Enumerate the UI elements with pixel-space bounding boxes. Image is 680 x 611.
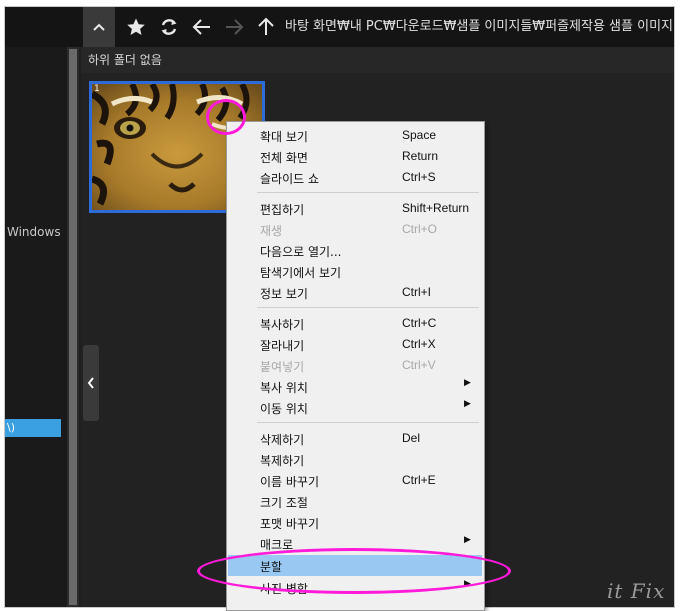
menu-item-change-format[interactable]: 포맷 바꾸기	[228, 512, 482, 533]
menu-item-shortcut: Ctrl+S	[402, 170, 436, 184]
thumbnail-index: 1	[94, 84, 100, 94]
menu-item-rename[interactable]: 이름 바꾸기 Ctrl+E	[228, 470, 482, 491]
menu-item-delete[interactable]: 삭제하기 Del	[228, 428, 482, 449]
sidebar-scrollbar[interactable]	[69, 49, 77, 605]
menu-item-play[interactable]: 재생 Ctrl+O	[228, 219, 482, 240]
menu-item-label: 복사 위치	[260, 381, 308, 395]
menu-item-label: 복사하기	[260, 318, 305, 332]
star-icon	[127, 18, 145, 35]
menu-item-edit[interactable]: 편집하기 Shift+Return	[228, 198, 482, 219]
chevron-up-icon	[93, 23, 105, 31]
menu-item-shortcut: Ctrl+I	[402, 285, 432, 299]
menu-item-label: 붙여넣기	[260, 360, 305, 374]
menu-item-copy-to[interactable]: 복사 위치 ▶	[228, 376, 482, 397]
menu-item-duplicate[interactable]: 복제하기	[228, 449, 482, 470]
menu-item-copy[interactable]: 복사하기 Ctrl+C	[228, 313, 482, 334]
toolbar-left-area	[5, 7, 81, 47]
menu-item-label: 포맷 바꾸기	[260, 517, 320, 531]
arrow-right-icon	[226, 19, 244, 35]
menu-item-label: 확대 보기	[260, 130, 308, 144]
menu-item-shortcut: Ctrl+O	[402, 222, 438, 236]
menu-item-open-with[interactable]: 다음으로 열기...	[228, 240, 482, 261]
menu-item-label: 이름 바꾸기	[260, 475, 320, 489]
arrow-up-icon	[258, 17, 274, 35]
menu-item-label: 잘라내기	[260, 339, 305, 353]
arrow-left-icon	[192, 19, 210, 35]
forward-button[interactable]	[219, 7, 249, 47]
menu-item-shortcut: Space	[402, 128, 437, 142]
menu-item-slideshow[interactable]: 슬라이드 쇼 Ctrl+S	[228, 167, 482, 188]
up-folder-button[interactable]	[251, 7, 281, 47]
collapse-sidebar-button[interactable]	[83, 345, 99, 421]
menu-item-paste[interactable]: 붙여넣기 Ctrl+V	[228, 355, 482, 376]
favorites-button[interactable]	[121, 7, 151, 47]
subfolder-bar: 하위 폴더 없음	[81, 47, 674, 73]
submenu-arrow-icon: ▶	[464, 535, 471, 545]
menu-item-info[interactable]: 정보 보기 Ctrl+I	[228, 282, 482, 303]
menu-separator	[257, 422, 479, 423]
menu-item-label: 전체 화면	[260, 151, 308, 165]
context-menu: 확대 보기 Space 전체 화면 Return 슬라이드 쇼 Ctrl+S 편집하기…	[226, 121, 485, 611]
collapse-button[interactable]	[83, 7, 115, 47]
menu-item-shortcut: Return	[402, 149, 439, 163]
chevron-left-icon	[87, 377, 94, 389]
menu-item-label: 정보 보기	[260, 287, 308, 301]
highlight-ellipse-annotation	[197, 548, 511, 594]
menu-separator	[257, 192, 479, 193]
menu-item-label: 삭제하기	[260, 433, 305, 447]
refresh-button[interactable]	[153, 7, 185, 47]
submenu-arrow-icon: ▶	[464, 399, 471, 409]
sidebar-item-selected[interactable]: \)	[5, 419, 61, 437]
menu-item-shortcut: Shift+Return	[402, 201, 470, 215]
menu-item-label: 이동 위치	[260, 402, 308, 416]
menu-item-zoom[interactable]: 확대 보기 Space	[228, 125, 482, 146]
menu-item-show-in-explorer[interactable]: 탐색기에서 보기	[228, 261, 482, 282]
back-button[interactable]	[187, 7, 217, 47]
watermark: it Fix	[607, 579, 666, 603]
menu-item-label: 복제하기	[260, 454, 305, 468]
menu-item-move-to[interactable]: 이동 위치 ▶	[228, 397, 482, 418]
menu-item-shortcut: Del	[402, 431, 421, 445]
submenu-arrow-icon: ▶	[464, 378, 471, 388]
menu-item-label: 재생	[260, 224, 283, 238]
menu-item-shortcut: Ctrl+C	[402, 316, 437, 330]
folder-tree-panel: Windows \)	[5, 47, 67, 607]
refresh-icon	[161, 19, 177, 35]
menu-item-label: 슬라이드 쇼	[260, 172, 320, 186]
menu-separator	[257, 307, 479, 308]
toolbar: 바탕 화면₩내 PC₩다운로드₩샘플 이미지들₩퍼즐제작용 샘플 이미지	[5, 7, 674, 47]
menu-item-label: 편집하기	[260, 203, 305, 217]
path-breadcrumb[interactable]: 바탕 화면₩내 PC₩다운로드₩샘플 이미지들₩퍼즐제작용 샘플 이미지	[285, 7, 674, 47]
menu-item-resize[interactable]: 크기 조절	[228, 491, 482, 512]
menu-item-cut[interactable]: 잘라내기 Ctrl+X	[228, 334, 482, 355]
menu-item-shortcut: Ctrl+X	[402, 337, 436, 351]
menu-item-label: 크기 조절	[260, 496, 308, 510]
menu-item-shortcut: Ctrl+V	[402, 358, 436, 372]
sidebar-item-windows[interactable]: Windows	[7, 225, 61, 239]
menu-item-fullscreen[interactable]: 전체 화면 Return	[228, 146, 482, 167]
menu-item-label: 탐색기에서 보기	[260, 266, 342, 280]
menu-item-label: 다음으로 열기...	[260, 245, 342, 259]
highlight-circle-annotation	[206, 99, 246, 135]
menu-item-shortcut: Ctrl+E	[402, 473, 436, 487]
